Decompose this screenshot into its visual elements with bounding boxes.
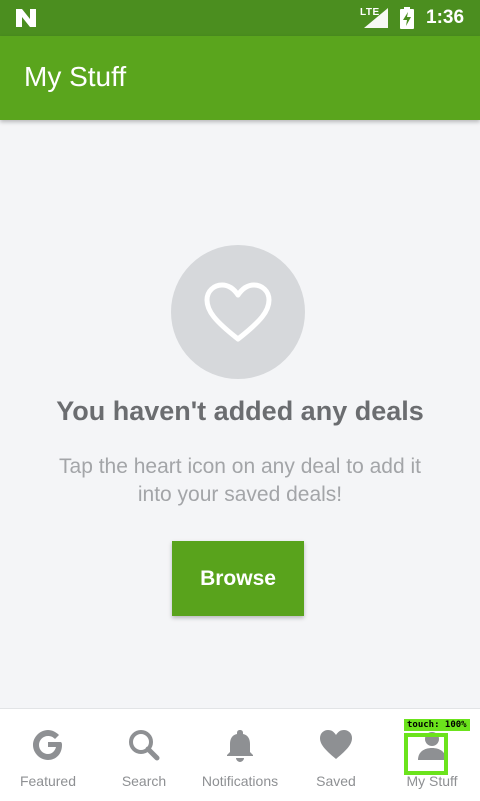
nav-label-saved: Saved	[316, 773, 356, 789]
bell-icon	[227, 730, 253, 762]
status-bar: LTE 1:36	[0, 0, 480, 36]
app-bar: My Stuff	[0, 36, 480, 120]
heart-circle	[171, 245, 305, 379]
search-icon	[129, 730, 160, 761]
nav-label-my-stuff: My Stuff	[406, 773, 458, 789]
empty-state: You haven't added any deals Tap the hear…	[0, 120, 480, 708]
nav-item-search[interactable]: Search	[96, 709, 192, 801]
touch-indicator	[404, 733, 448, 775]
page-title: My Stuff	[24, 61, 127, 92]
g-logo-icon	[33, 730, 62, 760]
touch-indicator-label: touch: 100%	[404, 719, 470, 731]
heart-icon	[320, 730, 352, 759]
nav-label-notifications: Notifications	[201, 773, 279, 789]
android-n-icon	[16, 9, 36, 27]
empty-heading: You haven't added any deals	[56, 396, 424, 426]
signal-icon	[364, 8, 388, 28]
browse-button[interactable]: Browse	[172, 541, 304, 616]
nav-item-notifications[interactable]: Notifications	[192, 709, 288, 801]
nav-item-featured[interactable]: Featured	[0, 709, 96, 801]
nav-label-search: Search	[121, 773, 167, 789]
clock-time: 1:36	[426, 7, 465, 28]
empty-message: Tap the heart icon on any deal to add it…	[59, 455, 421, 506]
battery-charging-icon	[400, 7, 414, 29]
heart-outline-icon	[204, 282, 272, 342]
nav-label-featured: Featured	[19, 773, 77, 789]
nav-item-saved[interactable]: Saved	[288, 709, 384, 801]
